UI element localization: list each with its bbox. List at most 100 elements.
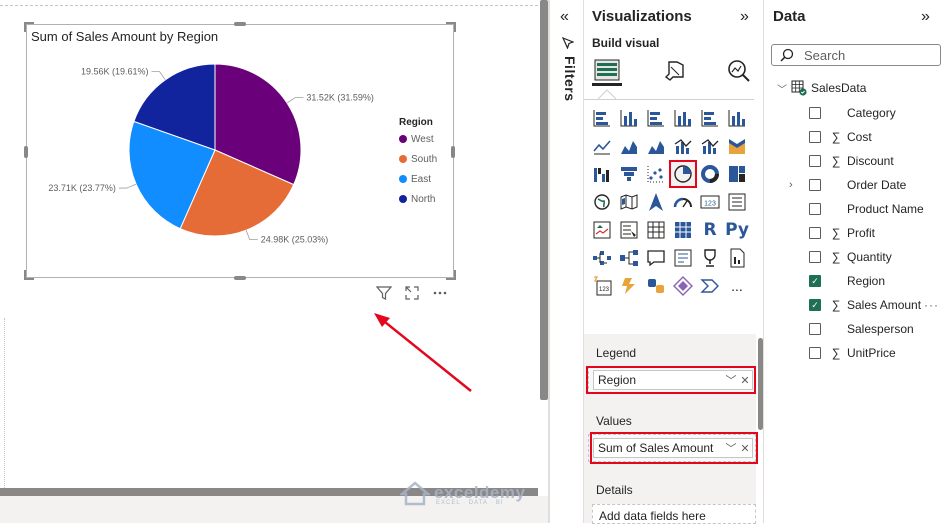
field-checkbox[interactable] (809, 227, 821, 239)
report-canvas[interactable]: Sum of Sales Amount by Region 31.52K (31… (0, 0, 538, 490)
line-chart-icon[interactable] (590, 134, 614, 158)
remove-field-icon[interactable]: ✕ (738, 442, 752, 455)
resize-handle-top-left[interactable] (24, 22, 34, 32)
more-options-icon[interactable]: ··· (924, 298, 939, 312)
visualizations-scrollbar[interactable] (758, 338, 763, 430)
resize-handle-bottom-right[interactable] (446, 270, 456, 280)
matrix-icon[interactable] (671, 218, 695, 242)
values-well[interactable]: Sum of Sales Amount ﹀ ✕ (588, 434, 756, 462)
gauge-icon[interactable] (671, 190, 695, 214)
legend-item-east[interactable]: East (411, 174, 431, 185)
legend-item-south[interactable]: South (411, 154, 437, 165)
resize-handle-top[interactable] (234, 22, 246, 26)
filter-icon[interactable] (561, 36, 575, 54)
scatter-chart-icon[interactable] (644, 162, 668, 186)
stacked-column-chart-icon[interactable] (617, 106, 641, 130)
line-and-stacked-column-chart-icon[interactable] (698, 134, 722, 158)
pie-chart[interactable]: 31.52K (31.59%) 24.98K (25.03%) 23.71K (23… (27, 25, 455, 279)
canvas-vertical-scrollbar[interactable] (540, 0, 548, 400)
legend-marker-north[interactable] (399, 195, 407, 203)
map-icon[interactable] (590, 190, 614, 214)
field-product-name[interactable]: Product Name (795, 200, 941, 218)
legend-marker-west[interactable] (399, 135, 407, 143)
pie-chart-visual[interactable]: Sum of Sales Amount by Region 31.52K (31… (26, 24, 454, 278)
decomposition-tree-icon[interactable] (590, 246, 614, 270)
field-checkbox[interactable] (809, 323, 821, 335)
legend-item-north[interactable]: North (411, 194, 435, 205)
resize-handle-right[interactable] (451, 146, 455, 158)
chevron-down-icon[interactable]: ﹀ (724, 440, 738, 456)
kpi-icon[interactable] (590, 218, 614, 242)
legend-marker-east[interactable] (399, 175, 407, 183)
multi-row-card-icon[interactable] (725, 190, 749, 214)
legend-field-chip[interactable]: Region ﹀ ✕ (593, 370, 753, 390)
clustered-column-chart-icon[interactable] (671, 106, 695, 130)
filled-map-icon[interactable] (617, 190, 641, 214)
table-node-salesdata[interactable]: ﹀ SalesData (777, 80, 866, 96)
more-options-icon[interactable] (431, 284, 449, 302)
search-input[interactable] (802, 46, 922, 64)
field-checkbox[interactable]: ✓ (809, 299, 821, 311)
filter-icon[interactable] (375, 284, 393, 302)
power-apps-icon[interactable]: 123 (590, 274, 614, 298)
resize-handle-left[interactable] (24, 146, 28, 158)
resize-handle-bottom[interactable] (234, 276, 246, 280)
chevron-down-icon[interactable]: ﹀ (777, 81, 787, 96)
resize-handle-top-right[interactable] (446, 22, 456, 32)
field-region[interactable]: ✓ Region (795, 272, 941, 290)
details-drop-zone[interactable]: Add data fields here (592, 504, 756, 524)
funnel-chart-icon[interactable] (617, 162, 641, 186)
stacked-area-chart-icon[interactable] (644, 134, 668, 158)
remove-field-icon[interactable]: ✕ (738, 374, 752, 387)
legend-item-west[interactable]: West (411, 134, 434, 145)
field-checkbox[interactable] (809, 179, 821, 191)
build-visual-tab[interactable] (592, 56, 622, 86)
stacked-bar-chart-icon[interactable] (590, 106, 614, 130)
slicer-icon[interactable] (617, 218, 641, 242)
smart-narrative-icon[interactable] (671, 246, 695, 270)
focus-mode-icon[interactable] (403, 284, 421, 302)
100-percent-column-chart-icon[interactable] (725, 106, 749, 130)
field-cost[interactable]: ∑ Cost (795, 128, 941, 146)
field-checkbox[interactable] (809, 203, 821, 215)
field-checkbox[interactable] (809, 155, 821, 167)
table-icon[interactable] (644, 218, 668, 242)
collapse-data-icon[interactable]: » (921, 8, 930, 26)
collapse-visualizations-icon[interactable]: » (740, 8, 749, 26)
field-salesperson[interactable]: Salesperson (795, 320, 941, 338)
area-chart-icon[interactable] (617, 134, 641, 158)
filters-pane-label[interactable]: Filters (558, 56, 578, 102)
field-quantity[interactable]: ∑ Quantity (795, 248, 941, 266)
resize-handle-bottom-left[interactable] (24, 270, 34, 280)
ribbon-chart-icon[interactable] (725, 134, 749, 158)
waterfall-chart-icon[interactable] (590, 162, 614, 186)
field-checkbox[interactable] (809, 131, 821, 143)
r-visual-icon[interactable]: R (698, 218, 722, 242)
legend-well[interactable]: Region ﹀ ✕ (588, 366, 756, 394)
python-visual-icon[interactable]: Py (725, 218, 749, 242)
onboarding-icon[interactable] (644, 274, 668, 298)
more-visuals-icon[interactable]: ... (725, 274, 749, 298)
key-influencers-icon[interactable] (617, 246, 641, 270)
collapse-filters-icon[interactable]: « (560, 8, 569, 26)
treemap-icon[interactable] (725, 162, 749, 186)
analytics-tab[interactable] (724, 56, 754, 86)
field-checkbox[interactable]: ✓ (809, 275, 821, 287)
legend-marker-south[interactable] (399, 155, 407, 163)
field-profit[interactable]: ∑ Profit (795, 224, 941, 242)
pie-chart-icon[interactable] (669, 160, 697, 188)
100-percent-bar-chart-icon[interactable] (698, 106, 722, 130)
chevron-down-icon[interactable]: ﹀ (724, 372, 738, 388)
clustered-bar-chart-icon[interactable] (644, 106, 668, 130)
goals-icon[interactable] (698, 246, 722, 270)
paginated-report-icon[interactable] (725, 246, 749, 270)
line-and-column-chart-icon[interactable] (671, 134, 695, 158)
chevron-visual-icon[interactable] (698, 274, 722, 298)
card-icon[interactable]: 123 (698, 190, 722, 214)
field-order-date[interactable]: › Order Date (789, 176, 941, 194)
values-field-chip[interactable]: Sum of Sales Amount ﹀ ✕ (593, 438, 753, 458)
search-field[interactable] (771, 44, 941, 66)
field-unitprice[interactable]: ∑ UnitPrice (795, 344, 941, 362)
donut-chart-icon[interactable] (698, 162, 722, 186)
chevron-right-icon[interactable]: › (789, 179, 793, 191)
